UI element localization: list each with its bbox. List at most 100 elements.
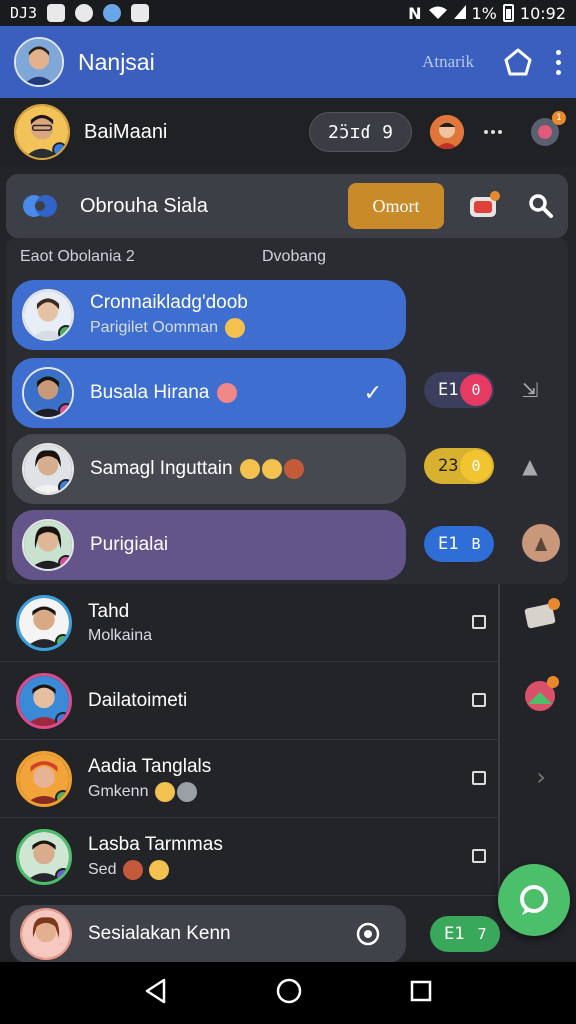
status-badge — [58, 479, 72, 493]
battery-percent: 1% — [471, 3, 497, 23]
card-title: Cronnaikladg'doob — [90, 292, 248, 313]
status-badge — [55, 711, 69, 726]
list-item-1[interactable]: Tahd Molkaina — [0, 584, 500, 662]
list-title: Lasba Tarmmas — [88, 833, 223, 855]
online-badge — [55, 789, 69, 804]
counter-pill[interactable]: 2ɔ̈ɪɗ 9 — [308, 112, 412, 152]
select-checkbox[interactable] — [472, 849, 486, 863]
profile-row[interactable]: BaiMaani 2ɔ̈ɪɗ 9 1 — [0, 98, 576, 166]
chat-card-3[interactable]: Samagl Inguttain — [12, 434, 406, 504]
system-nav-bar — [0, 962, 576, 1024]
card-title: Samagl Inguttain — [90, 458, 304, 480]
recents-icon[interactable] — [410, 980, 432, 1006]
list-subtitle-text: Gmkenn — [88, 782, 149, 800]
bell-icon[interactable] — [500, 44, 536, 80]
new-chat-fab[interactable] — [498, 864, 570, 936]
list-avatar — [16, 828, 72, 885]
chat-card-bottom[interactable]: Sesialakan Kenn — [10, 905, 406, 963]
count-pill-3[interactable]: 23 0 — [424, 448, 494, 484]
status-badge — [58, 555, 72, 569]
back-icon[interactable] — [144, 978, 168, 1008]
profile-avatar[interactable] — [14, 104, 70, 160]
emoji-icon — [239, 458, 260, 479]
count-text: 23 — [438, 456, 459, 476]
group-logo-icon — [20, 186, 60, 226]
card-avatar — [22, 367, 74, 419]
app-bar-action-link[interactable]: Atnarik — [422, 52, 474, 72]
battery-icon — [502, 4, 514, 22]
list-item-3[interactable]: Aadia Tanglals Gmkenn — [0, 740, 500, 818]
select-checkbox[interactable] — [472, 693, 486, 707]
b-icon — [47, 4, 66, 22]
status-left: DJ3 — [10, 4, 150, 22]
card-text: Samagl Inguttain — [90, 458, 304, 480]
list-avatar — [16, 594, 72, 651]
omort-button[interactable]: Omort — [348, 183, 444, 229]
card-text: Purigialai — [90, 534, 168, 556]
list-title: Dailatoimeti — [88, 689, 188, 711]
emoji-icon — [154, 781, 175, 802]
online-badge — [55, 633, 69, 648]
select-checkbox[interactable] — [472, 615, 486, 629]
card-avatar — [22, 443, 74, 495]
section-label-left: Eaot Obolania 2 — [20, 248, 135, 265]
card-avatar — [22, 289, 74, 341]
emoji-icon — [149, 859, 170, 880]
card-text: Cronnaikladg'doob Parigilet Oomman — [90, 292, 248, 338]
notification-badge-icon[interactable]: 1 — [528, 111, 566, 149]
card-subtitle: Parigilet Oomman — [90, 318, 248, 338]
app-screen: DJ3 N 1% 10:92 Nanjsai Atnarik BaiMaani … — [0, 0, 576, 1024]
count-text: E1 — [444, 924, 465, 944]
circle-icon — [75, 4, 94, 22]
card-title: Sesialakan Kenn — [88, 923, 231, 944]
chat-badge-icon[interactable] — [468, 191, 500, 221]
small-avatar[interactable] — [430, 115, 464, 149]
card-title-text: Samagl Inguttain — [90, 458, 233, 479]
list-item-4[interactable]: Lasba Tarmmas Sed — [0, 818, 500, 896]
avatar[interactable] — [14, 37, 64, 87]
chat-card-1[interactable]: Cronnaikladg'doob Parigilet Oomman — [12, 280, 406, 350]
pin-icon[interactable]: ⇲ — [518, 378, 542, 402]
list-title: Tahd — [88, 600, 130, 622]
mail-badge-icon[interactable] — [522, 596, 560, 634]
shield-icon[interactable] — [356, 922, 380, 946]
badge-count: 1 — [552, 111, 566, 125]
n-icon: N — [408, 3, 422, 23]
emoji-icon — [176, 781, 197, 802]
card-text: Busala Hirana — [90, 382, 237, 404]
person-icon[interactable]: ▲ — [518, 454, 542, 478]
count-pill-4[interactable]: E1 B — [424, 526, 494, 562]
contact-icon[interactable] — [522, 524, 560, 562]
chat-bubble-icon — [520, 885, 548, 915]
more-vert-icon[interactable] — [554, 49, 562, 75]
list-text: Lasba Tarmmas Sed — [88, 834, 223, 880]
count-knob: B — [460, 528, 492, 560]
list-avatar — [16, 750, 72, 807]
card-avatar — [20, 908, 72, 960]
chat-card-2[interactable]: Busala Hirana ✓ — [12, 358, 406, 428]
search-card[interactable]: Obrouha Siala Omort — [6, 174, 568, 238]
checkmark-icon: ✓ — [363, 380, 382, 406]
count-pill-2[interactable]: E1 0 — [424, 372, 494, 408]
chat-card-4[interactable]: Purigialai — [12, 510, 406, 580]
count-knob: 7 — [466, 918, 498, 950]
chevron-right-icon[interactable]: › — [522, 758, 560, 796]
more-horiz-icon[interactable] — [484, 130, 502, 134]
select-checkbox[interactable] — [472, 771, 486, 785]
count-text: E1 — [438, 380, 459, 400]
search-icon[interactable] — [528, 193, 554, 219]
status-bar: DJ3 N 1% 10:92 — [0, 0, 576, 26]
status-right: N 1% 10:92 — [408, 4, 566, 23]
list-title: Aadia Tanglals — [88, 755, 212, 777]
carrier-text: DJ3 — [10, 4, 38, 22]
card-title: Busala Hirana — [90, 382, 237, 404]
group-badge-icon[interactable] — [522, 676, 560, 714]
list-item-2[interactable]: Dailatoimeti — [0, 662, 500, 740]
emoji-icon — [283, 458, 304, 479]
signal-icon — [453, 4, 466, 23]
person-icon — [131, 4, 150, 22]
section-labels: Eaot Obolania 2 Dvobang — [20, 248, 560, 270]
count-pill-bottom[interactable]: E1 7 — [430, 916, 500, 952]
home-icon[interactable] — [276, 978, 302, 1008]
section-label-right: Dvobang — [262, 248, 327, 265]
